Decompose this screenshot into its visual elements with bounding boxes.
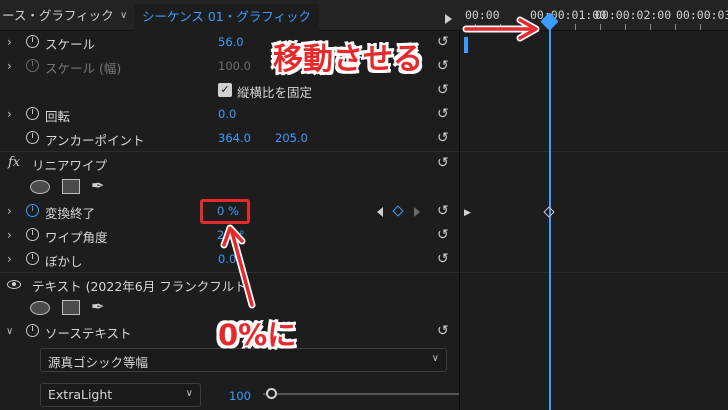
uniform-scale-checkbox[interactable]: ✓ <box>218 83 232 97</box>
next-keyframe-icon[interactable] <box>414 207 420 217</box>
property-label: 変換終了 <box>45 206 96 221</box>
chevron-down-icon: ∨ <box>185 388 193 399</box>
font-style-value: ExtraLight <box>48 387 113 402</box>
stopwatch-icon[interactable] <box>26 107 39 120</box>
stopwatch-icon[interactable] <box>26 35 39 48</box>
reset-icon[interactable]: ↺ <box>437 227 449 243</box>
property-label: スケール (幅) <box>45 61 122 76</box>
property-label: ソーステキスト <box>45 326 132 341</box>
ruler-tick <box>600 24 601 30</box>
property-value[interactable]: 56.0 <box>218 35 244 49</box>
reset-icon[interactable]: ↺ <box>437 58 449 74</box>
tab-master[interactable]: ース・グラフィック <box>0 0 114 31</box>
effect-row-linear-wipe: fx リニアワイプ ↺ <box>0 151 459 175</box>
ruler-tick <box>700 24 701 30</box>
ruler-tick <box>500 24 501 30</box>
font-style-dropdown[interactable]: ExtraLight ∨ <box>40 383 201 407</box>
property-value-y[interactable]: 205.0 <box>275 131 308 145</box>
property-label: スケール <box>45 37 96 52</box>
chevron-right-icon[interactable]: › <box>7 35 12 49</box>
pen-mask-icon[interactable]: ✒ <box>91 176 104 195</box>
property-label: ぼかし <box>45 254 83 269</box>
play-icon[interactable] <box>445 14 452 24</box>
property-value[interactable]: 2.0 ° <box>217 228 245 242</box>
effect-label: リニアワイプ <box>32 158 108 173</box>
stopwatch-icon[interactable] <box>26 324 39 337</box>
previous-keyframe-icon[interactable] <box>377 207 383 217</box>
clip-in-marker <box>464 37 468 53</box>
property-value[interactable]: 0.0 <box>218 252 236 266</box>
tab-sequence[interactable]: シーケンス 01・グラフィック <box>134 4 320 31</box>
reset-icon[interactable]: ↺ <box>437 82 449 98</box>
ruler-tick <box>575 24 576 30</box>
stopwatch-icon[interactable] <box>26 228 39 241</box>
font-family-value: 源真ゴシック等幅 <box>48 355 149 370</box>
keyframe-icon[interactable] <box>543 206 555 218</box>
property-value[interactable]: 0.0 <box>218 107 236 121</box>
timeline-divider <box>460 272 728 273</box>
reset-icon[interactable]: ↺ <box>437 106 449 122</box>
property-row-wipe-angle: › ワイプ角度 2.0 ° ↺ <box>0 224 459 248</box>
panel-header: ース・グラフィック ∨ シーケンス 01・グラフィック 00:00 00:00:… <box>0 0 728 31</box>
font-size-slider[interactable] <box>263 393 459 395</box>
chevron-down-icon[interactable]: ∨ <box>120 0 127 31</box>
ellipse-mask-icon[interactable] <box>30 301 50 315</box>
ruler-tick <box>650 24 651 30</box>
rectangle-mask-icon[interactable] <box>62 179 80 194</box>
rectangle-mask-icon[interactable] <box>62 300 80 315</box>
ruler-label: 00:00:03 <box>676 8 728 22</box>
chevron-right-icon[interactable]: › <box>7 252 12 266</box>
property-row-anchor-point: アンカーポイント 364.0 205.0 ↺ <box>0 127 459 151</box>
chevron-right-icon[interactable]: › <box>7 107 12 121</box>
font-size-slider-handle[interactable] <box>266 388 277 399</box>
ellipse-mask-icon[interactable] <box>30 180 50 194</box>
property-value: 100.0 <box>218 59 251 73</box>
keyframe-edge-icon: ▶ <box>464 208 471 218</box>
property-label: ワイプ角度 <box>45 230 108 245</box>
panel-divider <box>459 31 460 410</box>
reset-icon[interactable]: ↺ <box>437 130 449 146</box>
ruler-label: 00:00 <box>465 8 500 22</box>
ruler-tick <box>625 24 626 30</box>
checkbox-label: 縦横比を固定 <box>237 85 313 100</box>
stopwatch-icon <box>26 59 39 72</box>
text-layer-row: テキスト (2022年6月 フランクフルト) <box>0 272 459 296</box>
pen-mask-icon[interactable]: ✒ <box>91 297 104 316</box>
font-size-value[interactable]: 100 <box>229 389 251 403</box>
annotation-zero-label: 0%に <box>218 318 297 352</box>
reset-icon[interactable]: ↺ <box>437 251 449 267</box>
chevron-right-icon[interactable]: › <box>7 204 12 218</box>
chevron-down-icon: ∨ <box>431 353 439 364</box>
reset-icon[interactable]: ↺ <box>437 155 449 171</box>
property-label: アンカーポイント <box>45 133 145 148</box>
property-label: 回転 <box>45 109 71 124</box>
chevron-right-icon[interactable]: › <box>7 228 12 242</box>
property-row-rotation: › 回転 0.0 ↺ <box>0 103 459 127</box>
stopwatch-icon[interactable] <box>26 131 39 144</box>
chevron-down-icon[interactable]: ∨ <box>6 326 13 337</box>
ruler-tick <box>475 24 476 30</box>
text-layer-label: テキスト (2022年6月 フランクフルト) <box>32 279 252 294</box>
add-keyframe-icon[interactable] <box>392 205 404 217</box>
chevron-right-icon[interactable]: › <box>7 59 12 73</box>
eye-icon[interactable] <box>7 280 21 289</box>
ruler-label: 00:00:02:00 <box>595 8 672 22</box>
property-value-x[interactable]: 364.0 <box>218 131 251 145</box>
fx-icon[interactable]: fx <box>8 155 20 170</box>
property-row-feather: › ぼかし 0.0 ↺ <box>0 248 459 272</box>
property-row-uniform-scale: ✓ 縦横比を固定 ↺ <box>0 79 459 103</box>
annotation-highlight-box <box>200 199 250 224</box>
ruler-tick <box>675 24 676 30</box>
annotation-move-label: 移動させる <box>273 42 423 77</box>
reset-icon[interactable]: ↺ <box>437 34 449 50</box>
stopwatch-icon[interactable] <box>26 204 39 217</box>
stopwatch-icon[interactable] <box>26 252 39 265</box>
ruler-tick <box>525 24 526 30</box>
mask-tools-row: ✒ <box>0 174 459 200</box>
reset-icon[interactable]: ↺ <box>437 203 449 219</box>
timeline-divider <box>460 151 728 152</box>
reset-icon[interactable]: ↺ <box>437 323 449 339</box>
